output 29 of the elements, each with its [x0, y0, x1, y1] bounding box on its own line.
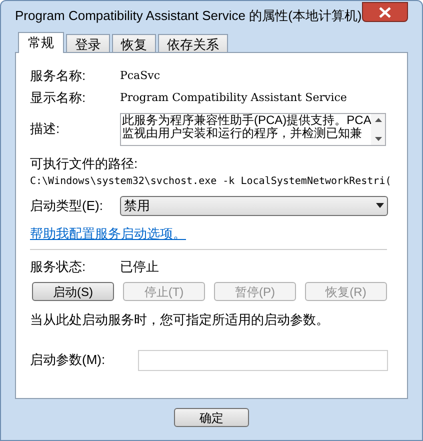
startup-type-dropdown[interactable]: 禁用 [120, 196, 388, 216]
close-button[interactable] [362, 2, 408, 22]
field-label: 显示名称: [30, 89, 87, 108]
path-text: C:\Windows\system32\svchost.exe -k LocalSystemNetworkRestri( [30, 174, 392, 188]
status-value: 已停止 [120, 258, 159, 276]
field-label: 描述: [30, 120, 61, 138]
window-title: Program Compatibility Assistant Service 的属性(本地计算机) [15, 7, 362, 26]
field-label: 服务名称: [30, 67, 87, 86]
field-label: 启动类型(E): [30, 196, 104, 215]
description-text: 此服务为程序兼容性助手(PCA)提供支持。PCA 监视由用户安装和运行的程序，并检测已知兼 [121, 114, 371, 142]
field-label: 可执行文件的路径: [30, 155, 139, 173]
scroll-up-icon[interactable] [374, 118, 382, 122]
close-icon [379, 6, 391, 18]
field-value: Program Compatibility Assistant Service [120, 90, 347, 106]
tab[interactable]: 常规 [18, 32, 64, 53]
start-params-field[interactable] [138, 350, 388, 370]
field-label: 服务状态: [30, 258, 87, 276]
button[interactable]: 确定 [174, 408, 249, 427]
tab[interactable]: 登录 [66, 34, 110, 52]
scroll-down-icon[interactable] [374, 137, 382, 141]
field-label: 启动参数(M): [30, 351, 106, 370]
dropdown-arrow-icon [376, 203, 384, 208]
tab[interactable]: 恢复 [112, 34, 156, 52]
tab[interactable]: 依存关系 [158, 34, 228, 52]
hint-text: 当从此处启动服务时，您可指定所适用的启动参数。 [30, 311, 330, 329]
help-link[interactable]: 帮助我配置服务启动选项。 [30, 224, 186, 243]
field-value: PcaSvc [120, 68, 160, 84]
scrollbar[interactable] [371, 114, 385, 145]
button[interactable]: 启动(S) [32, 282, 114, 301]
